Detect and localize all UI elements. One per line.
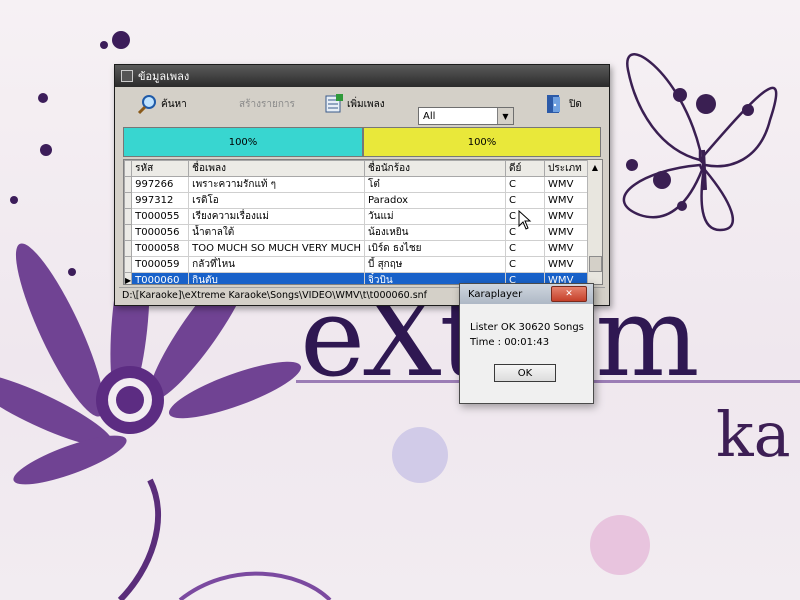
row-indicator [124, 208, 133, 225]
dialog-message-line1: Lister OK 30620 Songs [470, 322, 584, 333]
cell-artist: บี้ สุกฤษ [364, 256, 507, 273]
dialog-title: Karaplayer [468, 288, 523, 300]
cell-artist: เบิร์ด ธงไชย [364, 240, 507, 257]
cell-title: เพราะความรักแท้ ๆ [188, 176, 366, 193]
cell-code: T000060 [131, 272, 190, 284]
song-info-window: ข้อมูลเพลง ค้นหา สร้างรายการ เพิ่มเพลง ป… [114, 64, 610, 306]
window-titlebar[interactable]: ข้อมูลเพลง [115, 65, 609, 87]
column-header-artist[interactable]: ชื่อนักร้อง [364, 160, 507, 177]
ok-label: OK [517, 367, 533, 379]
close-label: ปิด [569, 98, 582, 110]
progress-bar-right: 100% [363, 127, 601, 157]
progress-left-label: 100% [228, 136, 258, 148]
wallpaper-logo-subtext: ka [716, 398, 791, 471]
add-song-icon [325, 94, 343, 113]
cell-artist: Paradox [364, 192, 507, 209]
cell-code: T000058 [131, 240, 190, 257]
dialog-message: Lister OK 30620 Songs Time : 00:01:43 [470, 320, 584, 350]
exit-door-icon [547, 95, 560, 113]
cell-title: น้ำตาลใต้ [188, 224, 366, 241]
cell-code: T000056 [131, 224, 190, 241]
add-song-button[interactable]: เพิ่มเพลง [323, 93, 385, 115]
cell-code: 997312 [131, 192, 190, 209]
cell-title: เรดิโอ [188, 192, 366, 209]
column-header-title[interactable]: ชื่อเพลง [188, 160, 366, 177]
current-row-arrow-icon: ▶ [124, 272, 133, 284]
cell-key: C [505, 240, 546, 257]
chevron-down-icon[interactable]: ▼ [497, 108, 513, 124]
cell-title: กลัวที่ไหน [188, 256, 366, 273]
column-header-code[interactable]: รหัส [131, 160, 190, 177]
cell-title: TOO MUCH SO MUCH VERY MUCH [188, 240, 366, 257]
dialog-ok-button[interactable]: OK [494, 364, 556, 382]
row-indicator [124, 240, 133, 257]
karaplayer-dialog: Karaplayer ✕ Lister OK 30620 Songs Time … [459, 283, 594, 404]
row-indicator [124, 192, 133, 209]
row-indicator [124, 176, 133, 193]
app-icon [121, 70, 133, 82]
toolbar: ค้นหา สร้างรายการ เพิ่มเพลง ปิด [115, 87, 609, 123]
cell-code: T000055 [131, 208, 190, 225]
search-button[interactable]: ค้นหา [137, 93, 187, 115]
dialog-close-button[interactable]: ✕ [551, 286, 587, 302]
column-header-key[interactable]: ดีย์ [505, 160, 546, 177]
dialog-message-line2: Time : 00:01:43 [470, 337, 550, 348]
row-indicator-header [124, 160, 133, 177]
filter-value: All [423, 110, 436, 122]
cell-key: C [505, 176, 546, 193]
table-row[interactable]: T000058 TOO MUCH SO MUCH VERY MUCH เบิร์… [124, 240, 599, 257]
add-song-label: เพิ่มเพลง [347, 98, 385, 110]
status-file-path: D:\[Karaoke]\eXtreme Karaoke\Songs\VIDEO… [122, 290, 428, 301]
table-vertical-scrollbar[interactable]: ▲ [587, 160, 602, 284]
filter-dropdown[interactable]: All ▼ [418, 107, 514, 125]
cell-title: กินตับ [188, 272, 366, 284]
search-label: ค้นหา [161, 98, 187, 110]
scrollbar-thumb[interactable] [589, 256, 602, 272]
window-title: ข้อมูลเพลง [138, 70, 190, 83]
close-icon: ✕ [565, 289, 573, 299]
cell-key: C [505, 256, 546, 273]
cell-artist: น้องเหยิน [364, 224, 507, 241]
cell-artist: วันแม่ [364, 208, 507, 225]
cell-title: เรียงความเรื่องแม่ [188, 208, 366, 225]
cell-key: C [505, 192, 546, 209]
magnifier-icon [137, 95, 156, 115]
cell-code: 997266 [131, 176, 190, 193]
table-row[interactable]: T000059 กลัวที่ไหน บี้ สุกฤษ C WMV [124, 256, 599, 273]
row-indicator [124, 224, 133, 241]
cell-code: T000059 [131, 256, 190, 273]
mouse-pointer-icon [518, 210, 532, 230]
progress-right-label: 100% [467, 136, 497, 148]
table-row[interactable]: 997266 เพราะความรักแท้ ๆ โต๋ C WMV [124, 176, 599, 193]
create-list-button[interactable]: สร้างรายการ [239, 97, 295, 112]
cell-artist: โต๋ [364, 176, 507, 193]
create-list-label: สร้างรายการ [239, 99, 295, 110]
row-indicator [124, 256, 133, 273]
table-row[interactable]: 997312 เรดิโอ Paradox C WMV [124, 192, 599, 209]
progress-row: 100% 100% [123, 127, 601, 157]
dialog-titlebar[interactable]: Karaplayer ✕ [460, 284, 593, 304]
close-window-button[interactable]: ปิด [543, 93, 582, 115]
progress-bar-left: 100% [123, 127, 363, 157]
table-header-row: รหัส ชื่อเพลง ชื่อนักร้อง ดีย์ ประเภท [124, 160, 599, 177]
scroll-up-arrow-icon[interactable]: ▲ [588, 160, 602, 174]
